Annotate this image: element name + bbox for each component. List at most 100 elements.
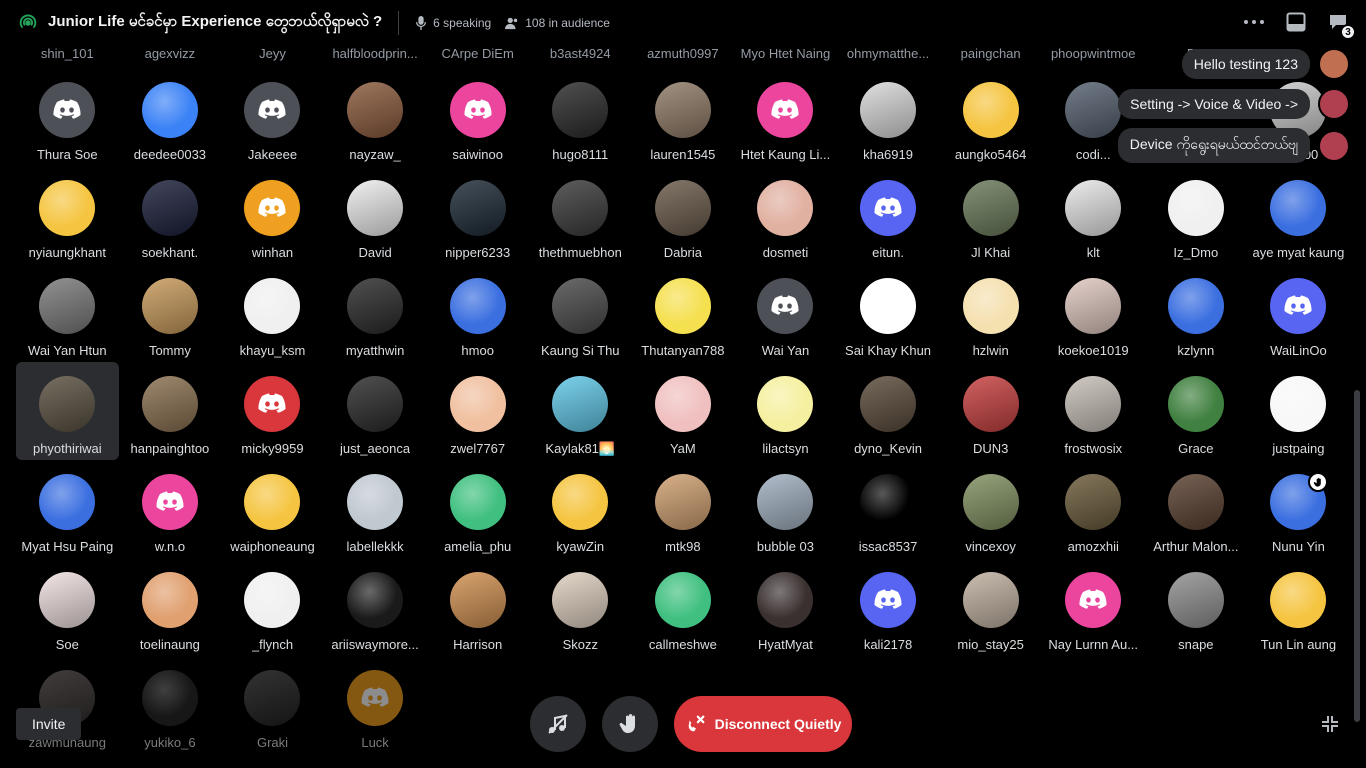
participant-tile[interactable]: saiwinoo [426, 68, 529, 166]
participant-tile[interactable]: _flynch [221, 558, 324, 656]
participant-tile[interactable]: toelinaung [119, 558, 222, 656]
participant-tile[interactable]: David [324, 166, 427, 264]
participant-tile[interactable]: hzlwin [939, 264, 1042, 362]
participant-tile[interactable]: kzlynn [1145, 264, 1248, 362]
participant-tile[interactable]: Tun Lin aung [1247, 558, 1350, 656]
participant-tile[interactable]: thethmuebhon [529, 166, 632, 264]
participant-tile[interactable]: Soe [16, 558, 119, 656]
chat-toast[interactable]: Hello testing 123 [1181, 48, 1350, 80]
participant-tile[interactable]: waiphoneaung [221, 460, 324, 558]
participant-tile[interactable]: w.n.o [119, 460, 222, 558]
participant-tile[interactable]: mtk98 [632, 460, 735, 558]
participant-tile[interactable]: amozxhii [1042, 460, 1145, 558]
participant-tile[interactable]: Tommy [119, 264, 222, 362]
participant-tile[interactable]: nayzaw_ [324, 68, 427, 166]
participant-tile[interactable]: dyno_Kevin [837, 362, 940, 460]
participant-tile[interactable]: Kaylak81🌅 [529, 362, 632, 460]
avatar [39, 376, 96, 432]
participant-tile[interactable]: ariiswaymore... [324, 558, 427, 656]
discord-logo-icon [771, 99, 799, 119]
participant-tile[interactable]: WaiLinOo [1247, 264, 1350, 362]
participant-tile[interactable]: Wai Yan Htun [16, 264, 119, 362]
avatar [347, 474, 404, 530]
participant-tile[interactable]: soekhant. [119, 166, 222, 264]
participant-tile[interactable]: nyiaungkhant [16, 166, 119, 264]
participant-tile[interactable]: Nunu Yin [1247, 460, 1350, 558]
participant-name: myatthwin [345, 343, 405, 358]
inbox-button[interactable]: 3 [1326, 10, 1356, 40]
deafen-button[interactable] [530, 696, 586, 752]
participant-tile[interactable]: nipper6233 [426, 166, 529, 264]
participant-tile[interactable]: callmeshwe [632, 558, 735, 656]
participant-tile[interactable]: Kaung Si Thu [529, 264, 632, 362]
participant-tile[interactable]: Sai Khay Khun [837, 264, 940, 362]
participant-tile[interactable]: zwel7767 [426, 362, 529, 460]
participant-tile[interactable]: dosmeti [734, 166, 837, 264]
participant-tile[interactable]: lauren1545 [632, 68, 735, 166]
raise-hand-button[interactable] [602, 696, 658, 752]
participant-tile[interactable]: issac8537 [837, 460, 940, 558]
participant-tile[interactable]: hugo8111 [529, 68, 632, 166]
participant-tile[interactable]: labellekkk [324, 460, 427, 558]
participant-name: mio_stay25 [957, 637, 1024, 652]
avatar [244, 670, 301, 726]
participant-tile[interactable]: Thutanyan788 [632, 264, 735, 362]
participant-tile[interactable]: kyawZin [529, 460, 632, 558]
participant-tile[interactable]: snape [1145, 558, 1248, 656]
invite-button[interactable]: Invite [16, 708, 82, 740]
participant-tile[interactable]: micky9959 [221, 362, 324, 460]
participant-tile[interactable]: aungko5464 [939, 68, 1042, 166]
participant-tile[interactable]: koekoe1019 [1042, 264, 1145, 362]
participant-tile[interactable]: justpaing [1247, 362, 1350, 460]
participant-tile[interactable]: deedee0033 [119, 68, 222, 166]
participant-tile[interactable]: Dabria [632, 166, 735, 264]
participant-tile[interactable]: YaM [632, 362, 735, 460]
participant-tile[interactable]: vincexoy [939, 460, 1042, 558]
participant-tile[interactable]: khayu_ksm [221, 264, 324, 362]
avatar [1270, 278, 1327, 334]
participant-tile[interactable]: Myat Hsu Paing [16, 460, 119, 558]
participant-tile[interactable]: just_aeonca [324, 362, 427, 460]
participant-tile[interactable]: amelia_phu [426, 460, 529, 558]
participant-tile[interactable]: Arthur Malon... [1145, 460, 1248, 558]
participant-tile[interactable]: mio_stay25 [939, 558, 1042, 656]
participant-tile[interactable]: myatthwin [324, 264, 427, 362]
participant-tile[interactable]: yukiko_6 [119, 656, 222, 754]
participant-tile[interactable]: aye myat kaung [1247, 166, 1350, 264]
chat-toast[interactable]: Setting -> Voice & Video -> [1118, 88, 1350, 120]
participant-tile[interactable]: Nay Lurnn Au... [1042, 558, 1145, 656]
participant-tile[interactable]: Jl Khai [939, 166, 1042, 264]
avatar [244, 474, 301, 530]
participant-tile[interactable]: Luck [324, 656, 427, 754]
grid-scrollbar[interactable] [1354, 390, 1360, 722]
fullscreen-button[interactable] [1318, 712, 1342, 736]
participant-tile[interactable]: kali2178 [837, 558, 940, 656]
participant-tile[interactable]: klt [1042, 166, 1145, 264]
participant-name: w.n.o [154, 539, 186, 554]
participant-tile[interactable]: winhan [221, 166, 324, 264]
participant-tile[interactable]: frostwosix [1042, 362, 1145, 460]
more-options-button[interactable] [1242, 10, 1266, 34]
participant-tile[interactable]: Graki [221, 656, 324, 754]
participant-tile[interactable]: Harrison [426, 558, 529, 656]
participant-tile[interactable]: eitun. [837, 166, 940, 264]
disconnect-quietly-button[interactable]: Disconnect Quietly [674, 696, 852, 752]
chat-toast[interactable]: Device ကိုရွေးရမယ်ထင်တယ်ဗျ [1117, 128, 1350, 163]
participant-tile[interactable]: kha6919 [837, 68, 940, 166]
participant-tile[interactable]: Grace [1145, 362, 1248, 460]
participant-tile[interactable]: Jakeeee [221, 68, 324, 166]
participant-tile[interactable]: DUN3 [939, 362, 1042, 460]
participant-tile[interactable]: phyothiriwai [16, 362, 119, 460]
partial-username: ohmymatthe... [846, 46, 930, 61]
participant-tile[interactable]: Skozz [529, 558, 632, 656]
participant-tile[interactable]: HyatMyat [734, 558, 837, 656]
chat-button[interactable] [1284, 10, 1308, 34]
participant-tile[interactable]: hmoo [426, 264, 529, 362]
participant-tile[interactable]: Thura Soe [16, 68, 119, 166]
participant-tile[interactable]: Wai Yan [734, 264, 837, 362]
participant-tile[interactable]: hanpainghtoo [119, 362, 222, 460]
participant-tile[interactable]: Htet Kaung Li... [734, 68, 837, 166]
participant-tile[interactable]: lilactsyn [734, 362, 837, 460]
participant-tile[interactable]: bubble 03 [734, 460, 837, 558]
participant-tile[interactable]: Iz_Dmo [1145, 166, 1248, 264]
